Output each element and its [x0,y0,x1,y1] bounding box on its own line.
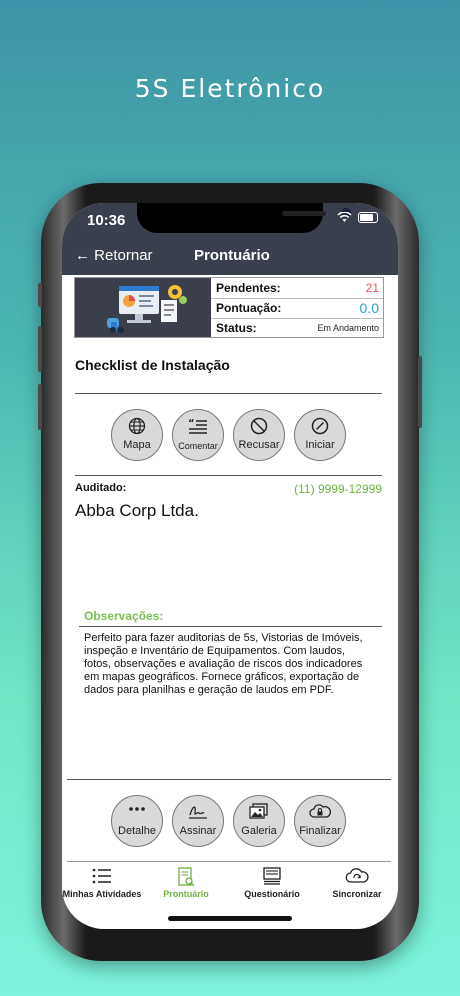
status-value: Em Andamento [317,323,379,333]
promo-title: 5S Eletrônico [134,74,326,103]
tab-bar: Minhas Atividades Prontuário Questionári… [62,861,398,911]
divider [75,475,382,476]
status-time: 10:36 [87,212,126,229]
observacoes-title: Observações: [84,609,164,623]
svg-text:“: “ [188,418,195,429]
mapa-label: Mapa [123,439,151,451]
app-screen: 10:36 ← Retornar Prontuário Pendentes: 2… [62,203,398,929]
comentar-label: Comentar [178,441,218,451]
tab-questionario[interactable]: Questionário [234,867,310,899]
illustration-image [75,278,211,337]
detalhe-label: Detalhe [118,825,156,837]
galeria-button[interactable]: Galeria [233,795,285,847]
header: 10:36 ← Retornar Prontuário [62,203,398,275]
auditado-company: Abba Corp Ltda. [75,501,199,520]
comment-icon: “ [188,418,207,434]
tab-label: Questionário [244,889,300,899]
pontuacao-row: Pontuação: 0.0 [216,300,379,316]
detalhe-button[interactable]: Detalhe [111,795,163,847]
tab-minhas-atividades[interactable]: Minhas Atividades [62,867,142,899]
tab-label: Sincronizar [332,889,382,899]
finalizar-label: Finalizar [299,825,341,837]
pontuacao-label: Pontuação: [216,301,282,315]
back-button[interactable]: ← Retornar [75,247,153,264]
status-label: Status: [216,321,257,335]
wifi-icon [337,212,352,222]
gallery-icon [249,803,268,819]
status-row: Status: Em Andamento [216,321,379,335]
stats-panel: Pendentes: 21 Pontuação: 0.0 Status: Em … [211,278,383,337]
pendentes-label: Pendentes: [216,281,281,295]
home-indicator[interactable] [168,916,292,921]
auditado-phone[interactable]: (11) 9999-12999 [294,482,382,496]
divider [67,779,391,780]
list-icon [92,868,111,884]
pontuacao-value: 0.0 [359,300,379,316]
document-search-icon [178,867,195,887]
tab-sincronizar[interactable]: Sincronizar [324,867,390,899]
pendentes-row: Pendentes: 21 [216,281,379,295]
assinar-label: Assinar [179,825,217,837]
battery-icon [358,212,378,223]
phone-volume-up [38,326,42,372]
divider [75,393,382,394]
notch [137,203,351,233]
mapa-button[interactable]: Mapa [111,409,163,461]
signature-icon [189,806,207,819]
globe-icon [128,417,146,435]
tab-label: Minhas Atividades [62,889,142,899]
phone-silent-switch [38,283,42,307]
page-title: Prontuário [194,247,270,264]
tab-label: Prontuário [163,889,209,899]
divider [79,626,382,627]
more-icon [129,807,145,811]
start-icon [311,417,329,435]
info-panel: Pendentes: 21 Pontuação: 0.0 Status: Em … [74,277,384,338]
divider [211,318,383,319]
iniciar-button[interactable]: Iniciar [294,409,346,461]
observacoes-text: Perfeito para fazer auditorias de 5s, Vi… [84,632,363,696]
cloud-sync-icon [345,868,369,883]
pendentes-value: 21 [365,281,379,295]
phone-volume-down [38,384,42,430]
auditado-label: Auditado: [75,482,127,494]
cloud-lock-icon [309,804,331,818]
phone-power-button [418,356,422,428]
speaker [282,211,326,216]
tab-prontuario[interactable]: Prontuário [152,867,220,899]
status-icons [337,212,378,223]
divider [211,298,383,299]
comentar-button[interactable]: “ Comentar [172,409,224,461]
recusar-button[interactable]: Recusar [233,409,285,461]
iniciar-label: Iniciar [305,439,335,451]
galeria-label: Galeria [241,825,277,837]
questionnaire-icon [263,867,281,885]
recusar-label: Recusar [238,439,280,451]
analytics-illustration-icon [107,285,187,333]
finalizar-button[interactable]: Finalizar [294,795,346,847]
block-icon [250,417,268,435]
assinar-button[interactable]: Assinar [172,795,224,847]
checklist-title: Checklist de Instalação [75,357,230,373]
